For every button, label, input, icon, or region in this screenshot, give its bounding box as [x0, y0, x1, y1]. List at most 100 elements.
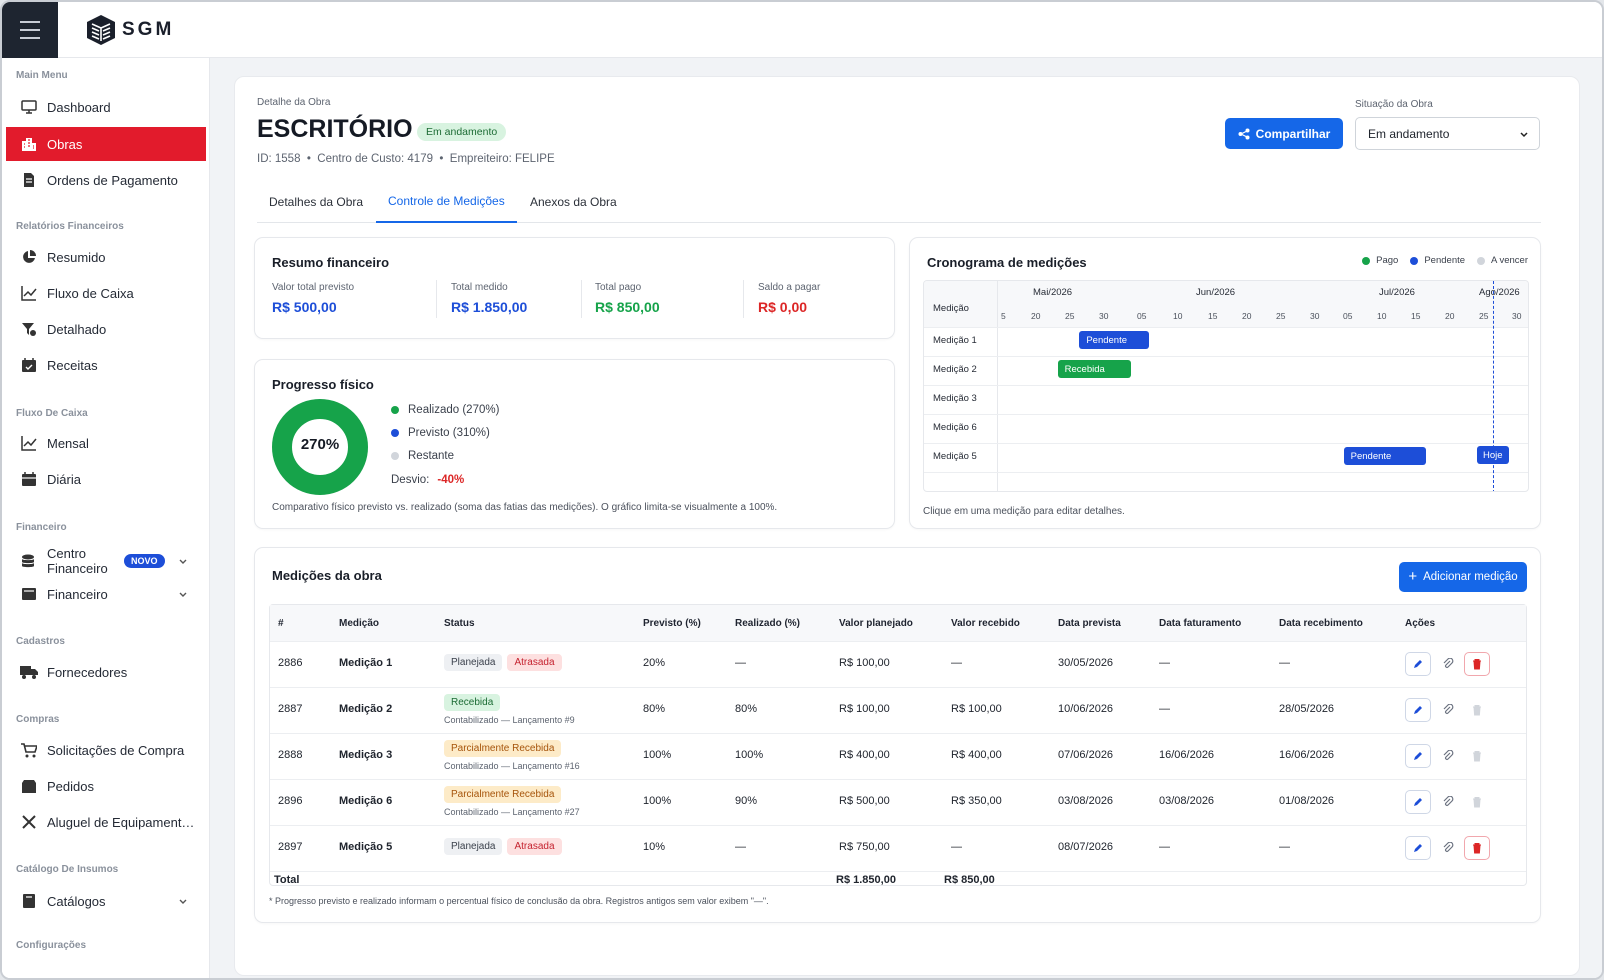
- attach-button[interactable]: [1435, 836, 1461, 860]
- dot-icon: [1362, 256, 1371, 265]
- table-total-row: Total R$ 1.850,00 R$ 850,00: [270, 871, 1526, 887]
- divider: [436, 280, 437, 318]
- add-medicao-button[interactable]: + Adicionar medição: [1399, 562, 1527, 592]
- app-logo[interactable]: SGM: [86, 14, 174, 46]
- delete-button[interactable]: [1464, 744, 1490, 768]
- attach-button[interactable]: [1435, 790, 1461, 814]
- delete-button[interactable]: [1464, 836, 1490, 860]
- fin-total-medido: Total medido R$ 1.850,00: [451, 282, 527, 315]
- gantt-gridline: [924, 327, 1528, 328]
- gantt-bar-pendente[interactable]: Pendente: [1343, 447, 1426, 465]
- sidebar-item-solicitacoes[interactable]: Solicitações de Compra: [6, 733, 206, 767]
- sidebar-item-resumido[interactable]: Resumido: [6, 240, 206, 274]
- delete-button[interactable]: [1464, 698, 1490, 722]
- sidebar-item-receitas[interactable]: Receitas: [6, 348, 206, 382]
- delete-button[interactable]: [1464, 652, 1490, 676]
- tab-detalhes[interactable]: Detalhes da Obra: [257, 181, 375, 223]
- attach-button[interactable]: [1435, 652, 1461, 676]
- sidebar-item-fluxo-caixa[interactable]: Fluxo de Caixa: [6, 276, 206, 310]
- share-button[interactable]: Compartilhar: [1225, 118, 1343, 149]
- cell-df: —: [1159, 703, 1170, 715]
- gantt-row-label[interactable]: Medição 1: [933, 335, 977, 346]
- gantt-row-label[interactable]: Medição 3: [933, 393, 977, 404]
- edit-button[interactable]: [1405, 836, 1431, 860]
- pencil-icon: [1414, 706, 1422, 714]
- table-row[interactable]: 2887 Medição 2 80% 80% R$ 100,00 R$ 100,00 10/…: [270, 687, 1526, 733]
- cell-dp: 07/06/2026: [1058, 749, 1114, 761]
- table-row[interactable]: 2886 Medição 1 20% — R$ 100,00 — 30/05/2026 — — P…: [270, 641, 1526, 687]
- divider: [581, 280, 582, 318]
- sidebar-item-label: Receitas: [47, 357, 98, 373]
- attach-button[interactable]: [1435, 744, 1461, 768]
- status-cell: Parcialmente Recebida Contabilizado — Lan…: [444, 740, 580, 771]
- lancamento-text: Contabilizado — Lançamento #27: [444, 807, 580, 817]
- gantt-bar-pendente[interactable]: Pendente: [1079, 331, 1149, 349]
- today-marker: Hoje: [1477, 446, 1509, 464]
- cell-nome: Medição 1: [339, 657, 393, 669]
- table-row[interactable]: 2888 Medição 3 100% 100% R$ 400,00 R$ 400,00 0…: [270, 733, 1526, 779]
- cell-real: —: [735, 657, 746, 669]
- cell-df: —: [1159, 841, 1170, 853]
- edit-button[interactable]: [1405, 744, 1431, 768]
- pencil-icon: [1414, 752, 1422, 760]
- gantt-day: 30: [1512, 311, 1522, 321]
- cell-vr: R$ 400,00: [951, 749, 1002, 761]
- paperclip-icon: [1443, 704, 1454, 714]
- gantt-gridline: [924, 472, 1528, 473]
- gantt-bar-pago[interactable]: Recebida: [1057, 360, 1132, 378]
- status-cell: Recebida Contabilizado — Lançamento #9: [444, 694, 575, 725]
- sidebar-item-detalhado[interactable]: Detalhado: [6, 312, 206, 346]
- main-area: Detalhe da Obra ESCRITÓRIO Em andamento …: [210, 58, 1602, 978]
- gantt-row-label[interactable]: Medição 5: [933, 451, 977, 462]
- sidebar-item-aluguel[interactable]: Aluguel de Equipament…: [6, 805, 206, 839]
- trash-icon: [1473, 797, 1481, 808]
- attach-button[interactable]: [1435, 698, 1461, 722]
- sidebar-item-mensal[interactable]: Mensal: [6, 426, 206, 460]
- edit-button[interactable]: [1405, 698, 1431, 722]
- sidebar-item-fornecedores[interactable]: Fornecedores: [6, 655, 206, 689]
- gantt-row-label[interactable]: Medição 2: [933, 364, 977, 375]
- sidebar-item-obras[interactable]: Obras: [6, 127, 206, 161]
- sidebar-item-catalogos[interactable]: Catálogos: [6, 884, 206, 918]
- sidebar-item-dashboard[interactable]: Dashboard: [6, 90, 206, 124]
- legend-label: Pendente: [1424, 255, 1466, 266]
- tab-anexos[interactable]: Anexos da Obra: [518, 181, 629, 223]
- sidebar-item-label: Diária: [47, 471, 81, 487]
- cell-prev: 100%: [643, 795, 672, 807]
- sidebar-item-pedidos[interactable]: Pedidos: [6, 769, 206, 803]
- table-row[interactable]: 2897 Medição 5 10% — R$ 750,00 — 08/07/2026 — — P…: [270, 825, 1526, 871]
- edit-button[interactable]: [1405, 790, 1431, 814]
- sidebar-item-financeiro[interactable]: Financeiro: [6, 577, 206, 611]
- sidebar-item-centro-financeiro[interactable]: Centro Financeiro NOVO: [6, 541, 206, 581]
- section-config: Configurações: [16, 940, 87, 951]
- add-medicao-label: Adicionar medição: [1423, 571, 1518, 583]
- breadcrumb: Detalhe da Obra: [257, 97, 331, 108]
- line-chart-icon: [20, 284, 38, 302]
- menu-toggle-icon[interactable]: [2, 2, 58, 58]
- legend-pago: Pago: [1362, 255, 1398, 266]
- situacao-select[interactable]: Em andamento: [1355, 117, 1540, 150]
- truck-icon: [20, 663, 38, 681]
- medicoes-title: Medições da obra: [272, 568, 382, 583]
- cronograma-title: Cronograma de medições: [927, 255, 1087, 270]
- col-header: Realizado (%): [735, 617, 801, 629]
- col-header: Previsto (%): [643, 617, 701, 629]
- cell-dp: 10/06/2026: [1058, 703, 1114, 715]
- trash-icon: [1473, 843, 1481, 854]
- tab-controle-medicoes[interactable]: Controle de Medições: [376, 181, 517, 223]
- delete-button[interactable]: [1464, 790, 1490, 814]
- table-row[interactable]: 2896 Medição 6 100% 90% R$ 500,00 R$ 350,00 03…: [270, 779, 1526, 825]
- sidebar-item-diaria[interactable]: Diária: [6, 462, 206, 496]
- sidebar-item-label: Fluxo de Caixa: [47, 285, 134, 301]
- gantt-row-label[interactable]: Medição 6: [933, 422, 977, 433]
- sidebar-item-label: Mensal: [47, 435, 89, 451]
- wallet-icon: [20, 585, 38, 603]
- medicoes-card: Medições da obra + Adicionar medição # M…: [254, 547, 1541, 923]
- paperclip-icon: [1443, 796, 1454, 806]
- sidebar-item-ordens[interactable]: Ordens de Pagamento: [6, 163, 206, 197]
- col-header: Status: [444, 617, 475, 629]
- chevron-down-icon: [178, 588, 188, 603]
- cell-real: 80%: [735, 703, 758, 715]
- edit-button[interactable]: [1405, 652, 1431, 676]
- app-window: SGM Main Menu Dashboard Obras Ordens de …: [0, 0, 1604, 980]
